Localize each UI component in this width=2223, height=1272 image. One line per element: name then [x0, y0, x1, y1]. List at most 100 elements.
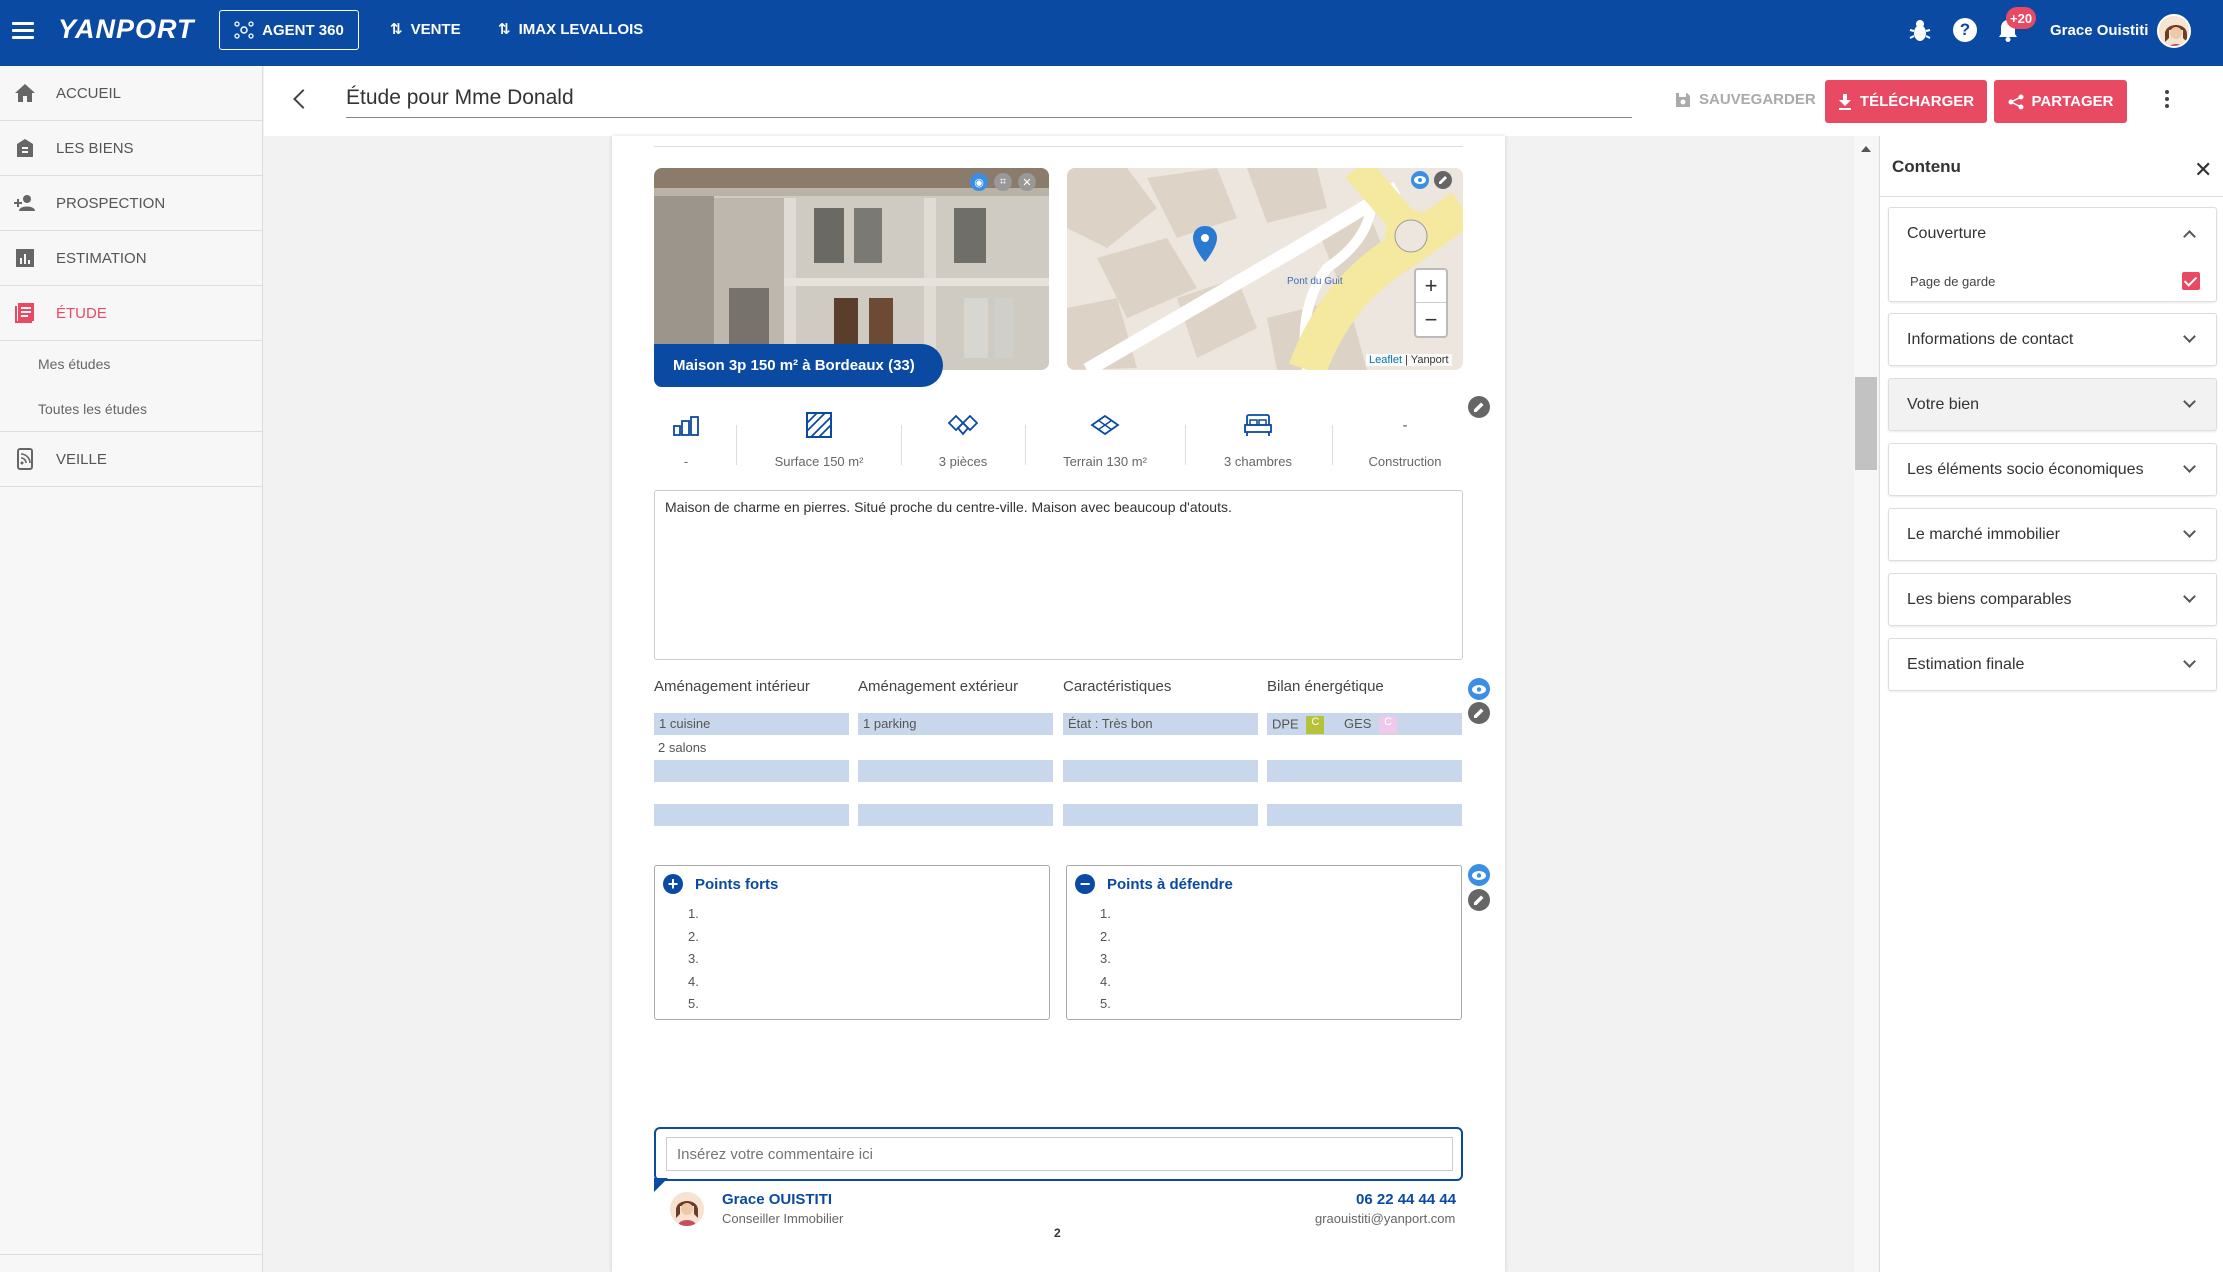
zoom-in-button[interactable]: + [1416, 270, 1446, 303]
scroll-up-icon[interactable] [1861, 146, 1871, 152]
section-socio-economiques[interactable]: Les éléments socio économiques [1888, 443, 2217, 496]
bar-chart-icon [16, 249, 34, 267]
bug-icon[interactable] [1908, 18, 1932, 44]
exterior-cell-empty[interactable] [858, 804, 1053, 826]
feature-label: - [683, 454, 689, 469]
sidebar-subitem-mes-etudes[interactable]: Mes études [38, 356, 110, 372]
agent-360-button[interactable]: AGENT 360 [219, 10, 359, 50]
scrollbar-thumb[interactable] [1855, 377, 1877, 470]
characteristics-cell[interactable]: État : Très bon [1063, 713, 1258, 735]
more-options-icon[interactable] [2165, 90, 2171, 111]
save-button[interactable]: SAUVEGARDER [1675, 91, 1816, 108]
app-logo[interactable]: YANPORT [58, 14, 195, 45]
chevron-down-icon [2183, 590, 2196, 603]
characteristics-cell-empty[interactable] [1063, 760, 1258, 782]
exterior-cell-empty[interactable] [858, 760, 1053, 782]
nav-vente[interactable]: ⇅ VENTE [390, 20, 461, 39]
points-eye-icon[interactable] [1468, 864, 1490, 886]
details-eye-icon[interactable] [1468, 678, 1490, 700]
comment-input[interactable] [666, 1137, 1453, 1171]
rss-device-icon [17, 448, 33, 470]
land-icon [1090, 414, 1120, 436]
cover-page-checkbox[interactable] [2182, 272, 2200, 290]
section-biens-comparables[interactable]: Les biens comparables [1888, 573, 2217, 626]
sidebar-item-estimation[interactable]: ESTIMATION [0, 231, 263, 286]
sidebar-item-label: ÉTUDE [56, 304, 107, 322]
close-icon[interactable]: ✕ [2194, 157, 2212, 183]
building-icon [673, 416, 699, 436]
page-title[interactable]: Étude pour Mme Donald [346, 84, 1632, 118]
weaknesses-title-text: Points à défendre [1107, 875, 1233, 893]
map-eye-icon[interactable] [1411, 171, 1429, 189]
section-label: Les éléments socio économiques [1907, 461, 2144, 478]
section-estimation-finale[interactable]: Estimation finale [1888, 638, 2217, 691]
crop-icon[interactable]: ⌗ [994, 173, 1012, 191]
exterior-cell[interactable]: 1 parking [858, 713, 1053, 735]
section-label: Votre bien [1907, 396, 1980, 413]
section-votre-bien[interactable]: Votre bien [1888, 378, 2217, 431]
user-name[interactable]: Grace Ouistiti [2050, 22, 2148, 39]
property-map[interactable]: Pont du Guit [1067, 168, 1463, 370]
sidebar-item-les-biens[interactable]: LES BIENS [0, 121, 263, 176]
content-panel [1879, 136, 2223, 1272]
characteristics-cell-empty[interactable] [1063, 804, 1258, 826]
avatar[interactable] [2157, 14, 2191, 48]
strengths-box[interactable]: + Points forts 1. 2. 3. 4. 5. [654, 865, 1050, 1020]
interior-cell-empty[interactable] [654, 760, 849, 782]
list-item[interactable]: 2. [1100, 929, 1111, 952]
menu-icon[interactable] [12, 22, 34, 40]
energy-cell-empty[interactable] [1267, 760, 1462, 782]
energy-cell[interactable]: DPE C GES C [1267, 713, 1462, 735]
list-item[interactable]: 3. [1100, 951, 1111, 974]
home-icon [15, 84, 35, 102]
sidebar-item-prospection[interactable]: PROSPECTION [0, 176, 263, 231]
leaflet-link[interactable]: Leaflet [1369, 354, 1402, 366]
share-label: PARTAGER [2031, 93, 2114, 110]
section-label: Informations de contact [1907, 331, 2074, 348]
swap-arrows-icon: ⇅ [390, 21, 403, 38]
interior-cell[interactable]: 2 salons [658, 740, 706, 755]
list-item[interactable]: 1. [1100, 906, 1111, 929]
section-label: Le marché immobilier [1907, 526, 2060, 543]
weaknesses-box[interactable]: − Points à défendre 1. 2. 3. 4. 5. [1066, 865, 1462, 1020]
feature-rooms: 3 pièces [888, 410, 1038, 469]
list-item[interactable]: 5. [1100, 996, 1111, 1019]
chevron-down-icon [2183, 330, 2196, 343]
nav-agency[interactable]: ⇅ IMAX LEVALLOIS [498, 20, 643, 39]
sidebar-item-veille[interactable]: VEILLE [0, 432, 263, 487]
sidebar-item-label: ACCUEIL [56, 84, 122, 102]
property-photo[interactable] [654, 168, 1049, 370]
interior-cell-empty[interactable] [654, 804, 849, 826]
download-button[interactable]: TÉLÉCHARGER [1825, 80, 1987, 123]
feature-label: Construction [1368, 454, 1442, 469]
interior-cell[interactable]: 1 cuisine [654, 713, 849, 735]
list-item[interactable]: 1. [688, 906, 699, 929]
share-button[interactable]: PARTAGER [1994, 80, 2127, 123]
section-marche-immobilier[interactable]: Le marché immobilier [1888, 508, 2217, 561]
section-informations-contact[interactable]: Informations de contact [1888, 313, 2217, 366]
list-item[interactable]: 4. [1100, 974, 1111, 997]
points-edit-icon[interactable] [1468, 889, 1490, 911]
agent-role: Conseiller Immobilier [722, 1211, 844, 1226]
zoom-out-button[interactable]: − [1416, 303, 1446, 336]
col-characteristics-header: Caractéristiques [1063, 678, 1172, 695]
eye-icon[interactable]: ◉ [970, 173, 988, 191]
scrollbar[interactable] [1854, 136, 1878, 1272]
map-edit-icon[interactable] [1434, 171, 1452, 189]
sidebar-item-label: ESTIMATION [56, 249, 147, 267]
help-icon[interactable]: ? [1953, 18, 1977, 42]
sidebar-item-etude[interactable]: ÉTUDE [0, 286, 263, 341]
list-item[interactable]: 2. [688, 929, 699, 952]
feature-divider [736, 425, 737, 465]
close-icon[interactable]: ✕ [1018, 173, 1036, 191]
sidebar-subitem-toutes-etudes[interactable]: Toutes les études [38, 401, 147, 417]
energy-cell-empty[interactable] [1267, 804, 1462, 826]
list-item[interactable]: 5. [688, 996, 699, 1019]
top-bar: YANPORT AGENT 360 ⇅ VENTE ⇅ IMAX LEVALLO… [0, 0, 2223, 66]
list-item[interactable]: 3. [688, 951, 699, 974]
section-label: Couverture [1907, 225, 1987, 242]
description-field[interactable]: Maison de charme en pierres. Situé proch… [654, 490, 1463, 660]
details-edit-icon[interactable] [1468, 702, 1490, 724]
list-item[interactable]: 4. [688, 974, 699, 997]
sidebar-item-accueil[interactable]: ACCUEIL [0, 66, 263, 121]
